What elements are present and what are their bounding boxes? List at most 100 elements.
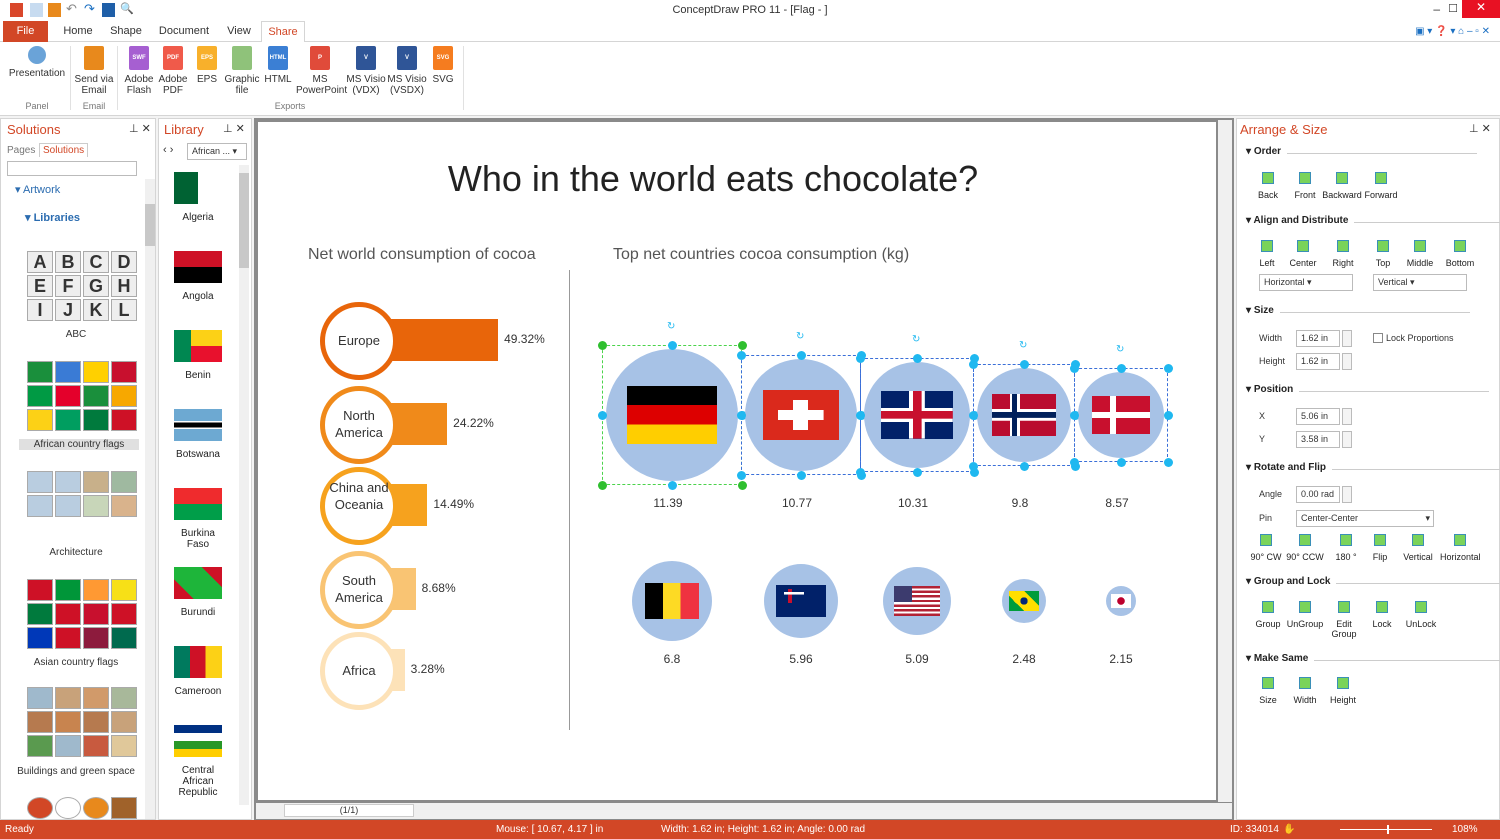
buildings-thumbnails[interactable]	[27, 687, 137, 757]
export-button[interactable]: HTML HTML	[262, 46, 294, 85]
section-header[interactable]: ▾ Size	[1246, 305, 1469, 316]
flag-brazil[interactable]	[1009, 591, 1039, 611]
resize-handle[interactable]	[737, 411, 746, 420]
x-field[interactable]: 5.06 in	[1296, 408, 1340, 425]
export-button[interactable]: Graphic file	[222, 46, 262, 96]
resize-handle[interactable]	[856, 468, 865, 477]
group-button[interactable]: Group	[1248, 601, 1288, 629]
top-button[interactable]: Top	[1363, 240, 1403, 268]
rotate-handle-icon[interactable]: ↻	[1019, 340, 1027, 351]
90-cw-button[interactable]: 90° CW	[1246, 534, 1286, 562]
width-button[interactable]: Width	[1285, 677, 1325, 705]
section-header[interactable]: ▾ Make Same	[1246, 653, 1500, 664]
scrollbar[interactable]	[239, 165, 249, 805]
90-ccw-button[interactable]: 90° CCW	[1285, 534, 1325, 562]
section-header[interactable]: ▾ Group and Lock	[1246, 576, 1500, 587]
angle-stepper[interactable]	[1342, 486, 1352, 503]
resize-handle[interactable]	[738, 481, 747, 490]
library-label[interactable]: Architecture	[11, 547, 141, 558]
resize-handle[interactable]	[1020, 462, 1029, 471]
scrollbar[interactable]	[145, 179, 155, 819]
drawing-page[interactable]: Who in the world eats chocolate? Net wor…	[258, 122, 1216, 800]
y-field[interactable]: 3.58 in	[1296, 431, 1340, 448]
resize-handle[interactable]	[856, 411, 865, 420]
export-button[interactable]: V MS Visio (VSDX)	[386, 46, 428, 96]
library-dropdown[interactable]: African ... ▾	[187, 143, 247, 160]
page-selector[interactable]: (1/1)	[284, 804, 414, 817]
hand-icon[interactable]: ✋	[1283, 824, 1295, 835]
library-label[interactable]: Asian country flags	[11, 657, 141, 668]
x-stepper[interactable]	[1342, 408, 1352, 425]
flag-belgium[interactable]	[645, 583, 699, 619]
height-stepper[interactable]	[1342, 353, 1352, 370]
african-flags-thumbnails[interactable]	[27, 361, 137, 431]
resize-handle[interactable]	[1117, 458, 1126, 467]
library-item-benin[interactable]: Benin	[170, 330, 226, 381]
tab-document[interactable]: Document	[155, 21, 213, 42]
resize-handle[interactable]	[797, 471, 806, 480]
zoom-slider[interactable]	[1340, 829, 1432, 830]
zoom-slider-thumb[interactable]	[1387, 825, 1389, 834]
horizontal-button[interactable]: Horizontal	[1440, 534, 1481, 562]
help-icon[interactable]: ▣ ▾ ❓ ▾ ⌂ – ▫ ✕	[1415, 26, 1490, 37]
tab-solutions[interactable]: Solutions	[39, 143, 89, 157]
resize-handle[interactable]	[856, 354, 865, 363]
library-label[interactable]: ABC	[11, 329, 141, 340]
resize-handle[interactable]	[913, 468, 922, 477]
architecture-thumbnails[interactable]	[27, 471, 137, 517]
maximize-button[interactable]: ☐	[1448, 2, 1458, 15]
resize-handle[interactable]	[969, 411, 978, 420]
flag-japan[interactable]	[1110, 594, 1132, 608]
section-header[interactable]: ▾ Rotate and Flip	[1246, 462, 1500, 473]
resize-handle[interactable]	[797, 351, 806, 360]
resize-handle[interactable]	[598, 341, 607, 350]
resize-handle[interactable]	[738, 341, 747, 350]
tab-shape[interactable]: Shape	[106, 21, 146, 42]
vertical-scrollbar[interactable]	[1218, 120, 1232, 802]
region-bar[interactable]	[388, 319, 499, 361]
rotate-handle-icon[interactable]: ↻	[1116, 344, 1124, 355]
presentation-button[interactable]: Presentation	[6, 46, 68, 79]
export-button[interactable]: V MS Visio (VDX)	[346, 46, 386, 96]
nav-arrows[interactable]: ‹ ›	[163, 144, 173, 156]
library-item-burkina-faso[interactable]: Burkina Faso	[170, 488, 226, 550]
resize-handle[interactable]	[598, 481, 607, 490]
middle-button[interactable]: Middle	[1400, 240, 1440, 268]
pin-icon[interactable]: ⊥ ✕	[1469, 122, 1491, 135]
abc-library-thumbnails[interactable]: ABCD EFGH IJKL	[27, 251, 137, 321]
library-item-botswana[interactable]: Botswana	[170, 409, 226, 460]
section-header[interactable]: ▾ Order	[1246, 146, 1478, 157]
resize-handle[interactable]	[969, 462, 978, 471]
left-button[interactable]: Left	[1247, 240, 1287, 268]
ungroup-button[interactable]: UnGroup	[1285, 601, 1325, 629]
library-label[interactable]: Buildings and green space	[11, 766, 141, 777]
flag-usa[interactable]	[894, 585, 940, 617]
resize-handle[interactable]	[668, 481, 677, 490]
rotate-handle-icon[interactable]: ↻	[912, 334, 920, 345]
tab-pages[interactable]: Pages	[7, 145, 35, 156]
tab-file[interactable]: File	[3, 21, 48, 42]
section-header[interactable]: ▾ Position	[1246, 384, 1491, 395]
tree-item-artwork[interactable]: ▾ Artwork	[15, 183, 60, 196]
flip-button[interactable]: Flip	[1360, 534, 1400, 562]
minimize-button[interactable]: –	[1433, 2, 1440, 16]
center-button[interactable]: Center	[1283, 240, 1323, 268]
unlock-button[interactable]: UnLock	[1401, 601, 1441, 629]
library-item-algeria[interactable]: Algeria	[170, 172, 226, 223]
bottom-button[interactable]: Bottom	[1440, 240, 1480, 268]
back-button[interactable]: Back	[1248, 172, 1288, 200]
width-field[interactable]: 1.62 in	[1296, 330, 1340, 347]
resize-handle[interactable]	[1164, 411, 1173, 420]
export-button[interactable]: SVG SVG	[430, 46, 456, 85]
resize-handle[interactable]	[913, 354, 922, 363]
edit-group-button[interactable]: Edit Group	[1324, 601, 1364, 639]
resize-handle[interactable]	[598, 411, 607, 420]
resize-handle[interactable]	[1164, 364, 1173, 373]
rotate-handle-icon[interactable]: ↻	[667, 321, 675, 332]
export-button[interactable]: PDF Adobe PDF	[156, 46, 190, 96]
height-field[interactable]: 1.62 in	[1296, 353, 1340, 370]
rotate-handle-icon[interactable]: ↻	[796, 331, 804, 342]
library-label[interactable]: African country flags	[19, 439, 139, 450]
lock-button[interactable]: Lock	[1362, 601, 1402, 629]
sports-thumbnails[interactable]	[27, 797, 137, 819]
